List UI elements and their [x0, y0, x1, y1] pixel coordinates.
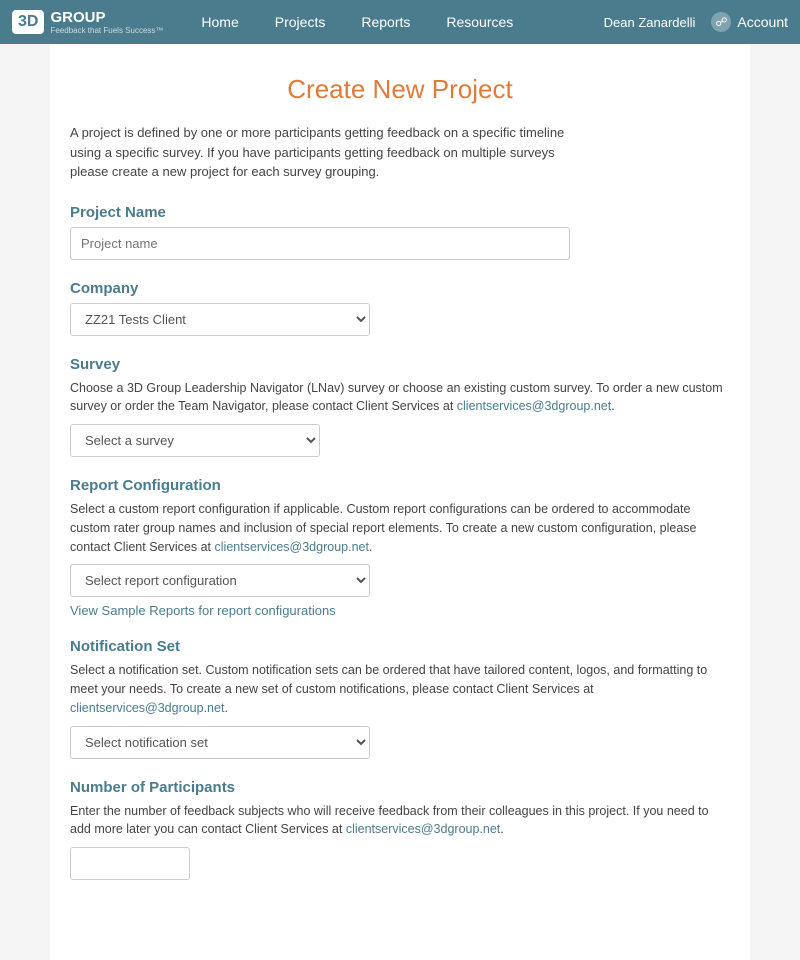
account-label: Account — [737, 14, 788, 30]
notification-set-label: Notification Set — [70, 638, 730, 655]
company-section: Company ZZ21 Tests Client — [70, 280, 730, 336]
survey-select[interactable]: Select a survey — [70, 424, 320, 457]
logo-area: 3D GROUP Feedback that Fuels Success™ — [12, 9, 163, 35]
nav-home[interactable]: Home — [183, 0, 256, 44]
logo-box: 3D — [12, 10, 44, 34]
navigation: 3D GROUP Feedback that Fuels Success™ Ho… — [0, 0, 800, 44]
project-name-section: Project Name — [70, 204, 730, 260]
notification-set-email-link[interactable]: clientservices@3dgroup.net — [70, 701, 224, 715]
notification-set-desc: Select a notification set. Custom notifi… — [70, 661, 730, 717]
logo-3d: 3D — [18, 13, 38, 31]
project-name-label: Project Name — [70, 204, 730, 221]
notification-set-desc-text2: . — [224, 701, 227, 715]
participants-desc-text2: . — [500, 822, 503, 836]
page-content: Create New Project A project is defined … — [50, 44, 750, 960]
logo-tagline: Feedback that Fuels Success™ — [50, 26, 163, 35]
nav-reports[interactable]: Reports — [343, 0, 428, 44]
page-title: Create New Project — [70, 74, 730, 105]
notification-set-select[interactable]: Select notification set — [70, 726, 370, 759]
report-config-email-link[interactable]: clientservices@3dgroup.net — [215, 540, 369, 554]
nav-username: Dean Zanardelli — [604, 15, 696, 30]
report-config-desc-text2: . — [369, 540, 372, 554]
account-icon: ☍ — [711, 12, 731, 32]
report-config-desc: Select a custom report configuration if … — [70, 500, 730, 556]
survey-label: Survey — [70, 356, 730, 373]
nav-resources[interactable]: Resources — [428, 0, 531, 44]
logo-group-text: GROUP — [50, 9, 163, 26]
participants-input[interactable] — [70, 847, 190, 880]
intro-text: A project is defined by one or more part… — [70, 123, 570, 182]
report-config-label: Report Configuration — [70, 477, 730, 494]
project-name-input[interactable] — [70, 227, 570, 260]
survey-desc-text2: . — [611, 399, 614, 413]
participants-email-link[interactable]: clientservices@3dgroup.net — [346, 822, 500, 836]
company-select[interactable]: ZZ21 Tests Client — [70, 303, 370, 336]
participants-section: Number of Participants Enter the number … — [70, 779, 730, 881]
survey-desc-text1: Choose a 3D Group Leadership Navigator (… — [70, 381, 723, 414]
company-label: Company — [70, 280, 730, 297]
view-sample-reports-link[interactable]: View Sample Reports for report configura… — [70, 603, 336, 618]
notification-set-section: Notification Set Select a notification s… — [70, 638, 730, 758]
report-config-section: Report Configuration Select a custom rep… — [70, 477, 730, 618]
nav-right: Dean Zanardelli ☍ Account — [604, 12, 788, 32]
survey-section: Survey Choose a 3D Group Leadership Navi… — [70, 356, 730, 458]
nav-account-button[interactable]: ☍ Account — [711, 12, 788, 32]
survey-email-link[interactable]: clientservices@3dgroup.net — [457, 399, 611, 413]
report-config-desc-text1: Select a custom report configuration if … — [70, 502, 697, 554]
nav-links: Home Projects Reports Resources — [183, 0, 603, 44]
notification-set-desc-text1: Select a notification set. Custom notifi… — [70, 663, 707, 696]
report-config-select[interactable]: Select report configuration — [70, 564, 370, 597]
nav-projects[interactable]: Projects — [257, 0, 344, 44]
participants-desc: Enter the number of feedback subjects wh… — [70, 802, 730, 840]
survey-desc: Choose a 3D Group Leadership Navigator (… — [70, 379, 730, 417]
participants-label: Number of Participants — [70, 779, 730, 796]
